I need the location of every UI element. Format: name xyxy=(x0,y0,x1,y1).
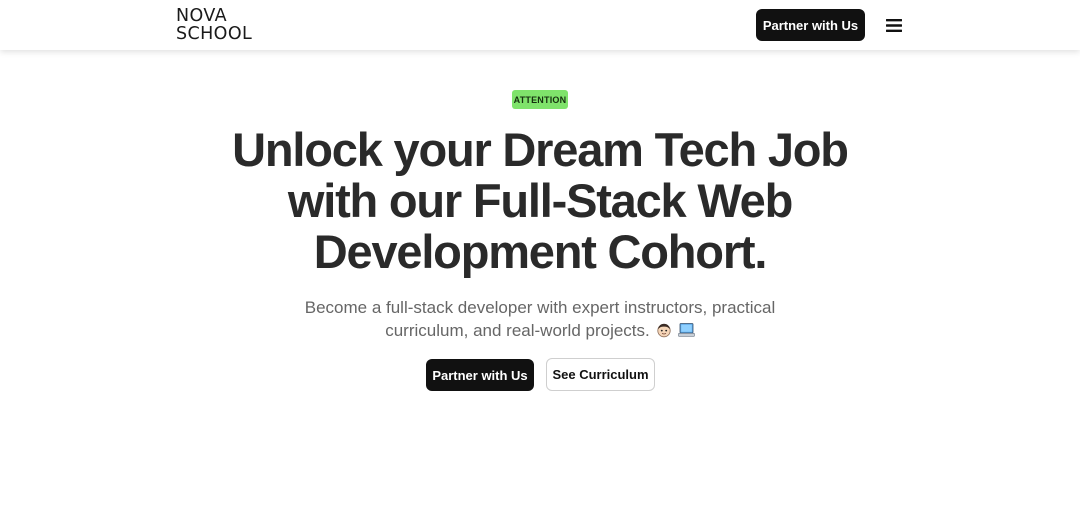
subtitle-line-2-text: curriculum, and real-world projects. xyxy=(385,321,650,340)
headline-line-1: Unlock your Dream Tech Job xyxy=(232,123,849,176)
hamburger-menu-icon[interactable] xyxy=(880,15,908,35)
hero-subtitle: Become a full-stack developer with exper… xyxy=(240,296,840,344)
hero-partner-button[interactable]: Partner with Us xyxy=(426,359,534,391)
headline-line-3: Development Cohort. xyxy=(313,225,768,278)
logo-line-2: SCHOOL xyxy=(176,24,253,44)
header-partner-button[interactable]: Partner with Us xyxy=(756,9,865,41)
headline-line-2: with our Full-Stack Web xyxy=(287,174,793,227)
logo[interactable]: NOVA SCHOOL xyxy=(176,7,252,43)
hero-headline: Unlock your Dream Tech Job with our Full… xyxy=(140,124,940,277)
subtitle-line-2: curriculum, and real-world projects. xyxy=(240,319,840,344)
hero-section: ATTENTION Unlock your Dream Tech Job wit… xyxy=(0,50,1080,512)
technologist-face-icon xyxy=(656,321,672,344)
subtitle-line-1: Become a full-stack developer with exper… xyxy=(304,298,776,317)
logo-line-1: NOVA xyxy=(176,6,227,26)
attention-badge: ATTENTION xyxy=(512,90,568,109)
site-header: NOVA SCHOOL Partner with Us xyxy=(0,0,1080,50)
laptop-icon xyxy=(677,321,695,344)
see-curriculum-button[interactable]: See Curriculum xyxy=(546,358,655,391)
